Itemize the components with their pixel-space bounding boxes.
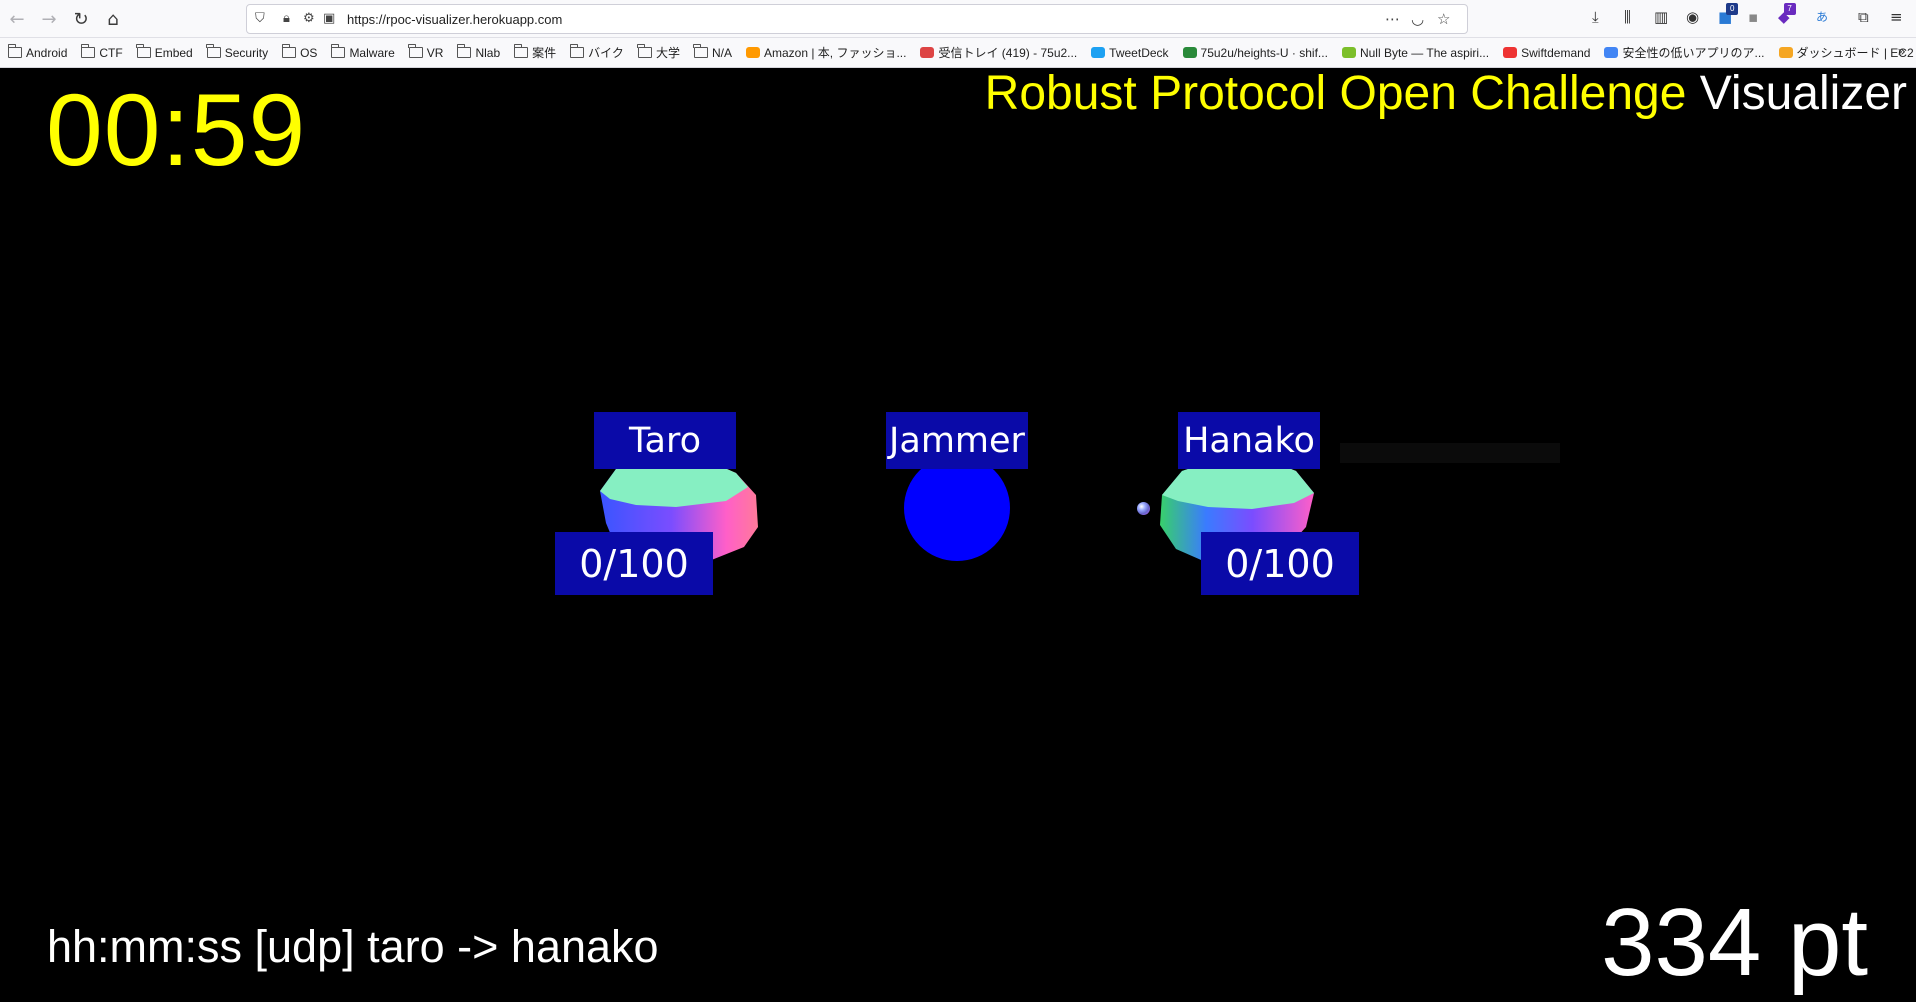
page-title: Robust Protocol Open Challenge Visualize… [985, 69, 1907, 119]
hanako-score: 0/100 [1201, 532, 1359, 595]
faint-tooltip [1340, 443, 1560, 463]
lock-icon[interactable]: 🔒︎ [283, 11, 290, 26]
bookmark-link[interactable]: 安全性の低いアプリのア... [1604, 44, 1765, 61]
download-icon[interactable]: ⤓ [1592, 8, 1599, 26]
bookmark-link[interactable]: Amazon | 本, ファッショ... [745, 44, 906, 61]
visualizer-canvas: 00:59 Robust Protocol Open Challenge Vis… [0, 69, 1916, 1002]
library-icon[interactable]: ⫼ [1624, 8, 1631, 26]
jammer-node-shape [904, 455, 1010, 561]
bookmark-folder[interactable]: バイク [569, 44, 624, 61]
site-icon [1182, 47, 1197, 58]
bookmark-link[interactable]: ダッシュボード | EC2 Man... [1778, 44, 1916, 61]
title-suffix: Visualizer [1699, 69, 1907, 120]
folder-icon [80, 44, 96, 58]
folder-icon [637, 44, 652, 58]
packet-icon [1137, 502, 1150, 515]
more-icon[interactable]: ⋯ [1385, 10, 1400, 28]
folder-icon [569, 44, 585, 58]
swiftdemand-icon [1503, 47, 1518, 58]
permissions-icon[interactable]: ⚙ [303, 11, 315, 26]
folder-icon [281, 44, 297, 58]
folder-icon [206, 44, 221, 58]
extension-icon[interactable]: ◆ 7 [1778, 3, 1796, 26]
bookmark-link[interactable]: TweetDeck [1091, 46, 1169, 60]
bookmark-folder[interactable]: OS [281, 44, 317, 60]
menu-icon[interactable]: ≡ [1890, 8, 1903, 26]
folder-icon [456, 44, 472, 58]
back-icon[interactable]: ← [4, 6, 30, 32]
points-display: 334 pt [1601, 889, 1868, 996]
folder-icon [330, 44, 346, 58]
folder-icon [7, 44, 22, 58]
folder-icon [136, 44, 151, 58]
bookmarks-overflow-icon[interactable]: » [1897, 44, 1906, 60]
nullbyte-icon [1341, 47, 1356, 58]
extension-badge: 7 [1783, 3, 1796, 15]
amazon-icon [745, 47, 760, 58]
bookmark-link[interactable]: Null Byte — The aspiri... [1341, 46, 1489, 60]
bookmark-folder[interactable]: VR [408, 44, 443, 60]
folder-icon [693, 44, 708, 58]
home-icon[interactable]: ⌂ [100, 6, 126, 32]
sidebar-icon[interactable]: ▥ [1654, 8, 1668, 26]
google-icon [1604, 47, 1619, 58]
star-icon[interactable]: ☆ [1437, 10, 1450, 28]
extensions-icon[interactable]: ⧉ [1858, 8, 1869, 26]
bookmark-folder[interactable]: N/A [693, 44, 732, 60]
bookmark-folder[interactable]: Nlab [456, 44, 500, 60]
bookmark-link[interactable]: 75u2u/heights-U · shif... [1182, 46, 1328, 60]
folder-icon [513, 44, 529, 58]
shield-icon[interactable]: ⛉ [255, 11, 265, 26]
bookmark-folder[interactable]: 大学 [637, 44, 680, 61]
folder-icon [408, 44, 423, 58]
url-text[interactable]: https://rpoc-visualizer.herokuapp.com [347, 12, 562, 27]
tweetdeck-icon [1091, 47, 1106, 58]
extension-icon[interactable]: ▪ [1748, 8, 1758, 26]
taro-label: Taro [594, 412, 736, 469]
translate-icon[interactable]: あ [1816, 8, 1828, 25]
autoplay-icon[interactable]: ▣ [323, 11, 335, 26]
hanako-label: Hanako [1178, 412, 1320, 469]
aws-icon [1778, 47, 1793, 58]
bookmark-folder[interactable]: Malware [330, 44, 395, 60]
bookmark-folder[interactable]: Security [206, 44, 268, 60]
url-bar[interactable]: ⛉ 🔒︎ ⚙ ▣ https://rpoc-visualizer.herokua… [246, 4, 1468, 34]
bookmark-folder[interactable]: CTF [80, 44, 123, 60]
bookmark-link[interactable]: 受信トレイ (419) - 75u2... [920, 44, 1077, 61]
bookmark-folder[interactable]: Embed [136, 44, 193, 60]
reload-icon[interactable]: ↻ [68, 6, 94, 32]
extension-icon[interactable]: ■ 0 [1718, 3, 1739, 26]
gmail-icon [920, 47, 935, 58]
title-main: Robust Protocol Open Challenge [984, 69, 1687, 120]
jammer-label: Jammer [886, 412, 1028, 469]
taro-score: 0/100 [555, 532, 713, 595]
bookmark-folder[interactable]: Android [7, 44, 67, 60]
countdown-timer: 00:59 [46, 73, 307, 187]
browser-toolbar: ← → ↻ ⌂ ⛉ 🔒︎ ⚙ ▣ https://rpoc-visualizer… [0, 0, 1916, 38]
bookmark-link[interactable]: Swiftdemand [1503, 46, 1590, 60]
extension-badge: 0 [1726, 3, 1739, 15]
packet-log: hh:mm:ss [udp] taro -> hanako [47, 921, 659, 972]
account-icon[interactable]: ◉ [1686, 8, 1699, 26]
bookmark-folder[interactable]: 案件 [513, 44, 556, 61]
bookmarks-bar: Android CTF Embed Security OS Malware VR… [0, 38, 1916, 68]
forward-icon[interactable]: → [36, 6, 62, 32]
pocket-icon[interactable]: ◡ [1411, 10, 1424, 28]
